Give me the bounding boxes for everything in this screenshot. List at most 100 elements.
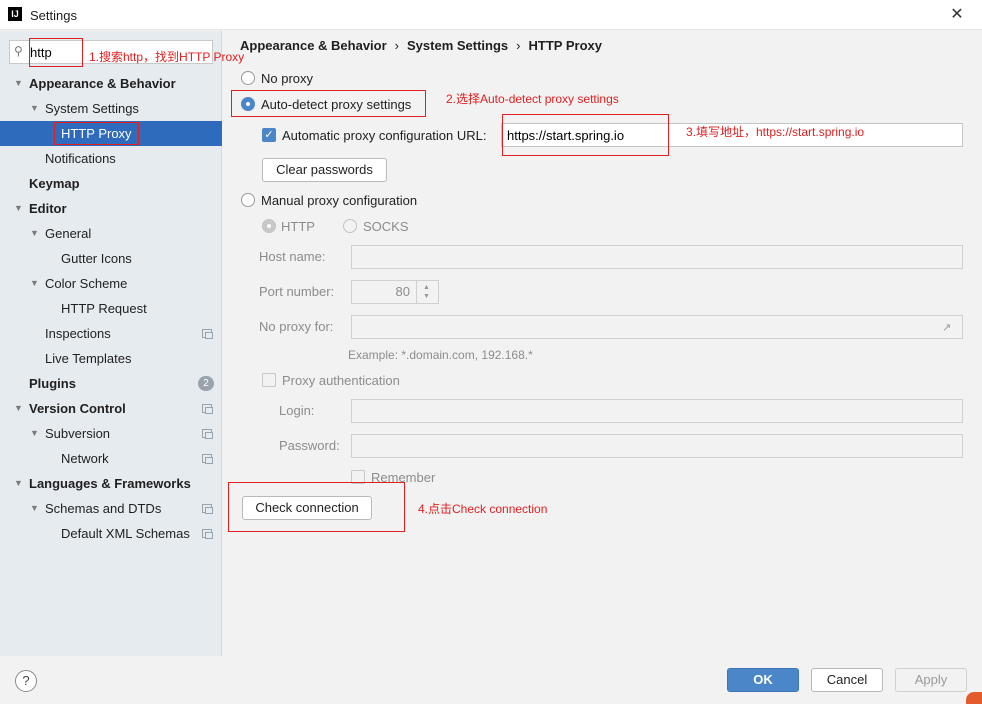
sidebar-item-inspections[interactable]: Inspections	[0, 321, 222, 346]
no-proxy-for-label: No proxy for:	[259, 319, 334, 334]
dialog-footer: ? OK Cancel Apply	[0, 656, 982, 704]
close-icon[interactable]: ✕	[946, 4, 968, 26]
proxy-auth-checkbox[interactable]	[262, 373, 276, 387]
project-settings-icon	[202, 429, 213, 439]
help-icon[interactable]: ?	[15, 670, 37, 692]
annotation-box-url	[502, 114, 669, 156]
annotation-step1: 1.搜索http，找到HTTP Proxy	[89, 50, 245, 64]
spinner-down-icon[interactable]: ▼	[423, 293, 430, 300]
sidebar-item-label: HTTP Request	[61, 301, 147, 316]
sidebar-item-network[interactable]: Network	[0, 446, 222, 471]
expand-arrow-icon[interactable]: ▼	[14, 471, 23, 496]
sidebar-item-keymap[interactable]: Keymap	[0, 171, 222, 196]
window-title: Settings	[30, 8, 77, 23]
breadcrumb: Appearance & Behavior › System Settings › HT…	[240, 38, 602, 53]
no-proxy-for-field[interactable]	[351, 315, 963, 339]
annotation-step2: 2.选择Auto-detect proxy settings	[446, 92, 619, 106]
socks-label: SOCKS	[363, 219, 409, 234]
sidebar-item-editor[interactable]: ▼ Editor	[0, 196, 222, 221]
search-icon: ⚲	[14, 44, 23, 58]
proxy-auth-label: Proxy authentication	[282, 373, 400, 388]
sidebar-item-label: Appearance & Behavior	[29, 76, 176, 91]
plugins-count-badge: 2	[198, 376, 214, 391]
no-proxy-radio[interactable]	[241, 71, 255, 85]
expand-arrow-icon[interactable]: ▼	[14, 396, 23, 421]
sidebar-item-schemas-dtds[interactable]: ▼ Schemas and DTDs	[0, 496, 222, 521]
annotation-box-auto-detect	[231, 90, 426, 117]
host-name-field[interactable]	[351, 245, 963, 269]
expand-arrow-icon[interactable]: ▼	[30, 496, 39, 521]
sidebar-item-label: Editor	[29, 201, 67, 216]
socks-radio[interactable]	[343, 219, 357, 233]
spinner-up-icon[interactable]: ▲	[423, 284, 430, 291]
sidebar-item-live-templates[interactable]: Live Templates	[0, 346, 222, 371]
annotation-box-check-connection	[228, 482, 405, 532]
login-field[interactable]	[351, 399, 963, 423]
expand-arrow-icon[interactable]: ▼	[14, 196, 23, 221]
sidebar-item-label: Schemas and DTDs	[45, 501, 162, 516]
breadcrumb-separator: ›	[516, 38, 521, 53]
breadcrumb-item: HTTP Proxy	[528, 38, 602, 53]
sidebar-item-system-settings[interactable]: ▼ System Settings	[0, 96, 222, 121]
sidebar-item-label: Version Control	[29, 401, 126, 416]
sidebar-item-label: Notifications	[45, 151, 116, 166]
sidebar-item-label: System Settings	[45, 101, 139, 116]
breadcrumb-item: Appearance & Behavior	[240, 38, 387, 53]
manual-proxy-radio[interactable]	[241, 193, 255, 207]
breadcrumb-item: System Settings	[407, 38, 509, 53]
expand-arrow-icon[interactable]: ▼	[14, 71, 23, 96]
sidebar-item-languages-frameworks[interactable]: ▼ Languages & Frameworks	[0, 471, 222, 496]
project-settings-icon	[202, 504, 213, 514]
sidebar-item-label: Languages & Frameworks	[29, 476, 191, 491]
expand-arrow-icon[interactable]: ▼	[30, 96, 39, 121]
annotation-step3: 3.填写地址，https://start.spring.io	[686, 125, 865, 139]
sidebar-item-color-scheme[interactable]: ▼ Color Scheme	[0, 271, 222, 296]
title-bar: IJ Settings ✕	[0, 0, 982, 30]
cancel-button[interactable]: Cancel	[811, 668, 883, 692]
sidebar-item-label: Color Scheme	[45, 276, 128, 291]
expand-arrow-icon[interactable]: ▼	[30, 221, 39, 246]
no-proxy-example: Example: *.domain.com, 192.168.*	[348, 348, 533, 362]
http-radio[interactable]	[262, 219, 276, 233]
auto-config-url-checkbox[interactable]: ✓	[262, 128, 276, 142]
password-field[interactable]	[351, 434, 963, 458]
sidebar-item-default-xml-schemas[interactable]: Default XML Schemas	[0, 521, 222, 546]
sidebar-item-label: Live Templates	[45, 351, 132, 366]
clear-passwords-button[interactable]: Clear passwords	[262, 158, 387, 182]
intellij-logo-icon: IJ	[8, 7, 22, 21]
sidebar-item-label: Network	[61, 451, 109, 466]
sidebar-item-label: Subversion	[45, 426, 111, 441]
expand-arrow-icon[interactable]: ▼	[30, 271, 39, 296]
project-settings-icon	[202, 529, 213, 539]
sidebar-item-label: Default XML Schemas	[61, 526, 190, 541]
sidebar-item-label: Keymap	[29, 176, 80, 191]
project-settings-icon	[202, 329, 213, 339]
project-settings-icon	[202, 404, 213, 414]
login-label: Login:	[279, 403, 315, 418]
port-spinner[interactable]: ▲ ▼	[416, 281, 438, 303]
port-number-label: Port number:	[259, 284, 335, 299]
annotation-box-http-proxy	[54, 122, 139, 145]
expand-arrow-icon[interactable]: ▼	[30, 421, 39, 446]
sidebar-item-gutter-icons[interactable]: Gutter Icons	[0, 246, 222, 271]
watermark-corner	[966, 692, 982, 704]
sidebar-item-notifications[interactable]: Notifications	[0, 146, 222, 171]
sidebar-item-version-control[interactable]: ▼ Version Control	[0, 396, 222, 421]
manual-proxy-label: Manual proxy configuration	[261, 193, 418, 208]
sidebar-item-general[interactable]: ▼ General	[0, 221, 222, 246]
password-label: Password:	[279, 438, 340, 453]
sidebar-item-appearance-behavior[interactable]: ▼ Appearance & Behavior	[0, 71, 222, 96]
annotation-box-search	[29, 38, 83, 67]
breadcrumb-separator: ›	[394, 38, 400, 53]
ok-button[interactable]: OK	[727, 668, 799, 692]
http-label: HTTP	[281, 219, 315, 234]
sidebar-item-plugins[interactable]: Plugins 2	[0, 371, 222, 396]
sidebar-item-label: Gutter Icons	[61, 251, 132, 266]
sidebar-item-subversion[interactable]: ▼ Subversion	[0, 421, 222, 446]
sidebar-item-label: Inspections	[45, 326, 111, 341]
annotation-step4: 4.点击Check connection	[418, 502, 548, 516]
apply-button[interactable]: Apply	[895, 668, 967, 692]
sidebar-item-label: Plugins	[29, 376, 76, 391]
expand-icon[interactable]: ↗	[942, 321, 951, 334]
sidebar-item-http-request[interactable]: HTTP Request	[0, 296, 222, 321]
